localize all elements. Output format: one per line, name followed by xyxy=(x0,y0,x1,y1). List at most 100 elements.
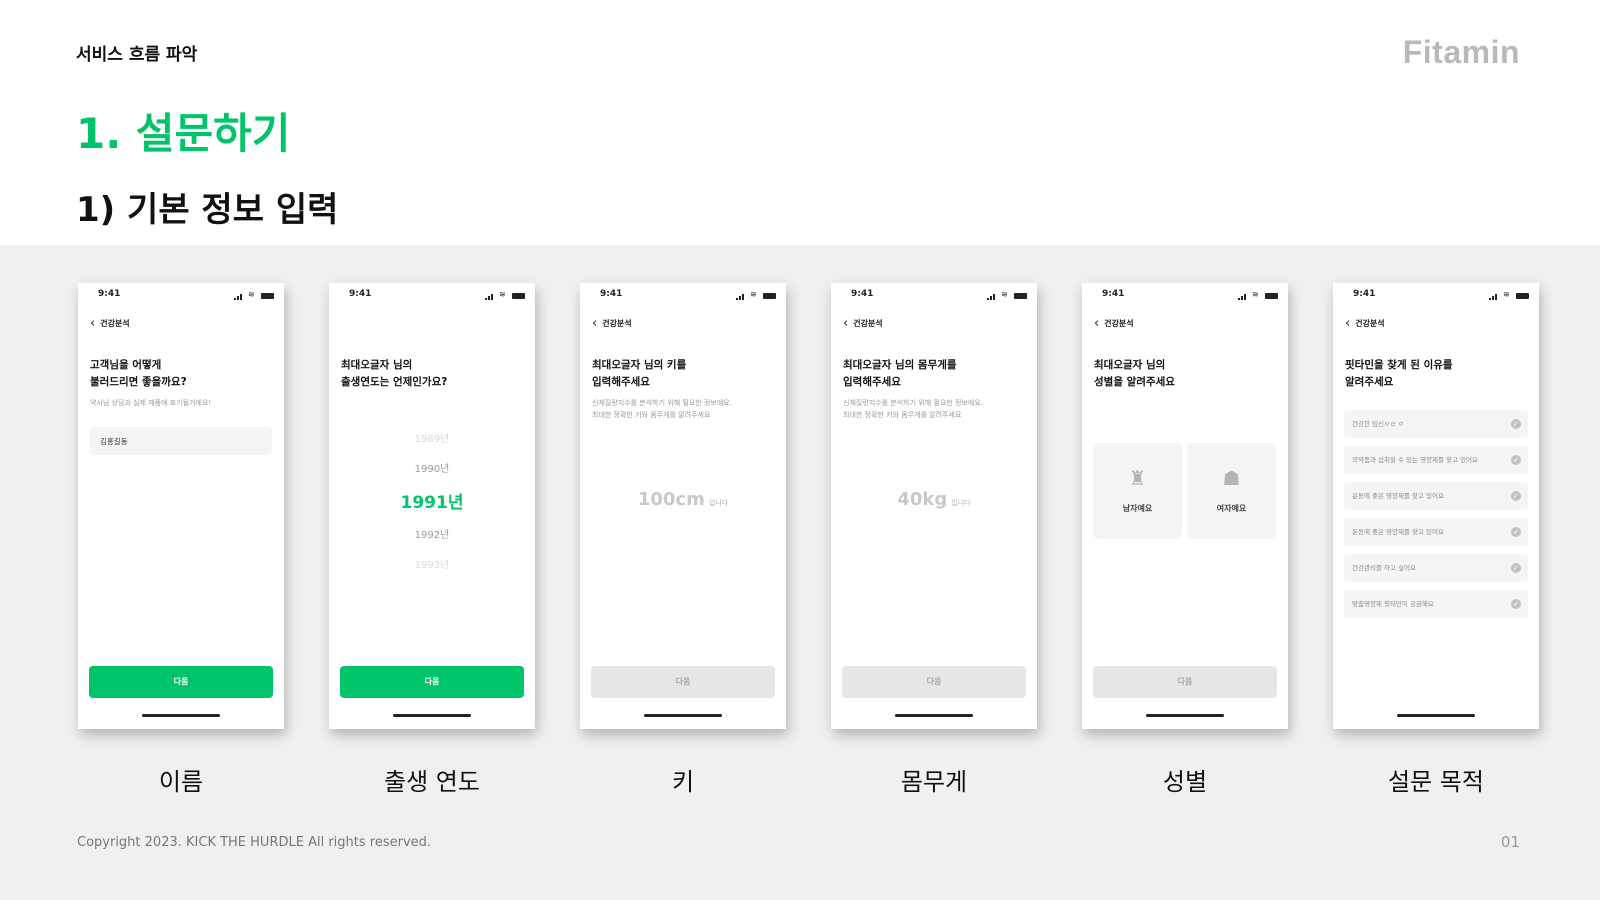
year-picker[interactable]: 1989년 1990년 1991년 1992년 1993년 xyxy=(329,425,535,581)
status-icons: ≋ xyxy=(736,290,776,300)
question-line: 핏타민을 찾게 된 이유를 xyxy=(1345,359,1453,371)
question-text: 핏타민을 찾게 된 이유를 알려주세요 xyxy=(1345,357,1530,391)
unit-suffix: 입니다 xyxy=(708,499,729,507)
question-line: 입력해주세요 xyxy=(592,376,650,388)
purpose-option[interactable]: 건강관리를 하고 싶어요 ✓ xyxy=(1344,554,1528,582)
height-field[interactable]: 100cm 입니다 xyxy=(580,489,786,510)
signal-icon xyxy=(234,293,244,300)
question-line: 고객님을 어떻게 xyxy=(90,359,162,371)
back-icon[interactable]: ‹ xyxy=(1094,316,1099,331)
year-option[interactable]: 1992년 xyxy=(329,521,535,551)
signal-icon xyxy=(1489,293,1499,300)
gender-options: ♜ 남자예요 ☗ 여자예요 xyxy=(1093,443,1277,539)
question-line: 입력해주세요 xyxy=(843,376,901,388)
check-icon: ✓ xyxy=(1511,419,1521,429)
phone-screen-birth-year: 9:41 ≋ 최대오글자 님의 출생연도는 언제인가요? 1989년 1990년… xyxy=(329,283,535,729)
status-bar: 9:41 ≋ xyxy=(78,289,284,303)
purpose-option[interactable]: 운동에 좋은 영양제를 찾고 있어요 ✓ xyxy=(1344,518,1528,546)
question-line: 최대오글자 님의 몸무게를 xyxy=(843,359,957,371)
next-button[interactable]: 다음 xyxy=(591,666,775,698)
status-bar: 9:41 ≋ xyxy=(1082,289,1288,303)
caption-height: 키 xyxy=(671,768,695,796)
back-icon[interactable]: ‹ xyxy=(592,316,597,331)
hint-text: 약사님 상담과 실제 제품에 표기될거에요! xyxy=(90,399,212,407)
wifi-icon: ≋ xyxy=(1001,290,1008,299)
home-indicator xyxy=(644,714,722,717)
wifi-icon: ≋ xyxy=(1503,290,1510,299)
breadcrumb: 서비스 흐름 파악 xyxy=(76,45,198,65)
purpose-option[interactable]: 의약품과 섭취할 수 있는 영양제를 찾고 있어요 ✓ xyxy=(1344,446,1528,474)
name-input[interactable]: 김홍길동 xyxy=(90,427,272,455)
year-option[interactable]: 1990년 xyxy=(329,455,535,485)
female-hat-icon: ☗ xyxy=(1222,466,1241,490)
battery-icon xyxy=(261,293,274,299)
question-text: 고객님을 어떻게 불러드리면 좋을까요? xyxy=(90,357,275,391)
caption-weight: 몸무게 xyxy=(900,768,968,796)
home-indicator xyxy=(895,714,973,717)
nav-bar: ‹ 건강분석 xyxy=(843,313,883,330)
phone-screen-gender: 9:41 ≋ ‹ 건강분석 최대오글자 님의 성별을 알려주세요 ♜ 남자예요 ☗… xyxy=(1082,283,1288,729)
next-button[interactable]: 다음 xyxy=(842,666,1026,698)
male-hat-icon: ♜ xyxy=(1128,466,1147,490)
page-title: 1. 설문하기 xyxy=(76,109,291,158)
check-icon: ✓ xyxy=(1511,455,1521,465)
weight-value[interactable]: 40kg xyxy=(897,489,947,510)
caption-purpose: 설문 목적 xyxy=(1388,768,1484,796)
question-line: 알려주세요 xyxy=(1345,376,1394,388)
purpose-option-label: 맞춤영양제 핏타민이 궁금해요 xyxy=(1352,600,1434,608)
wifi-icon: ≋ xyxy=(248,290,255,299)
gender-option-male[interactable]: ♜ 남자예요 xyxy=(1093,443,1182,539)
next-button[interactable]: 다음 xyxy=(340,666,524,698)
wifi-icon: ≋ xyxy=(499,290,506,299)
check-icon: ✓ xyxy=(1511,491,1521,501)
nav-title: 건강분석 xyxy=(602,319,632,328)
caption-gender: 성별 xyxy=(1162,768,1208,796)
wifi-icon: ≋ xyxy=(750,290,757,299)
question-line: 성별을 알려주세요 xyxy=(1094,376,1175,388)
check-icon: ✓ xyxy=(1511,527,1521,537)
home-indicator xyxy=(142,714,220,717)
purpose-option-label: 운동에 좋은 영양제를 찾고 있어요 xyxy=(1352,528,1444,536)
back-icon[interactable]: ‹ xyxy=(1345,316,1350,331)
nav-title: 건강분석 xyxy=(100,319,130,328)
year-option[interactable]: 1993년 xyxy=(329,551,535,581)
purpose-option[interactable]: 맞춤영양제 핏타민이 궁금해요 ✓ xyxy=(1344,590,1528,618)
status-time: 9:41 xyxy=(851,289,874,299)
signal-icon xyxy=(736,293,746,300)
question-line: 출생연도는 언제인가요? xyxy=(341,376,448,388)
purpose-option[interactable]: 건강한 임신ㅇㄹ ㅇ ✓ xyxy=(1344,410,1528,438)
hint-line: 신체질량지수를 분석하기 위해 필요한 정보에요. xyxy=(592,399,732,407)
phone-screen-purpose: 9:41 ≋ ‹ 건강분석 핏타민을 찾게 된 이유를 알려주세요 건강한 임신ㅇ… xyxy=(1333,283,1539,729)
copyright-text: Copyright 2023. KICK THE HURDLE All righ… xyxy=(77,835,432,850)
year-option-selected[interactable]: 1991년 xyxy=(329,485,535,521)
caption-birth-year: 출생 연도 xyxy=(384,768,480,796)
question-text: 최대오글자 님의 성별을 알려주세요 xyxy=(1094,357,1279,391)
purpose-options: 건강한 임신ㅇㄹ ㅇ ✓ 의약품과 섭취할 수 있는 영양제를 찾고 있어요 ✓ 운… xyxy=(1344,410,1528,626)
phone-screen-name: 9:41 ≋ ‹ 건강분석 고객님을 어떻게 불러드리면 좋을까요? 약사님 상담… xyxy=(78,283,284,729)
year-option[interactable]: 1989년 xyxy=(329,425,535,455)
status-icons: ≋ xyxy=(1238,290,1278,300)
gender-option-female[interactable]: ☗ 여자예요 xyxy=(1187,443,1276,539)
status-time: 9:41 xyxy=(349,289,372,299)
signal-icon xyxy=(1238,293,1248,300)
next-button[interactable]: 다음 xyxy=(89,666,273,698)
phone-screen-weight: 9:41 ≋ ‹ 건강분석 최대오글자 님의 몸무게를 입력해주세요 신체질량지수… xyxy=(831,283,1037,729)
back-icon[interactable]: ‹ xyxy=(843,316,848,331)
status-icons: ≋ xyxy=(987,290,1027,300)
status-time: 9:41 xyxy=(600,289,623,299)
back-icon[interactable]: ‹ xyxy=(90,316,95,331)
status-bar: 9:41 ≋ xyxy=(1333,289,1539,303)
height-value[interactable]: 100cm xyxy=(638,489,705,510)
weight-field[interactable]: 40kg 입니다 xyxy=(831,489,1037,510)
purpose-option-label: 운동에 좋은 영양제를 찾고 있어요 xyxy=(1352,492,1444,500)
status-time: 9:41 xyxy=(98,289,121,299)
home-indicator xyxy=(393,714,471,717)
hint-line: 최대한 정확한 키와 몸무게를 알려주세요 xyxy=(592,411,711,419)
home-indicator xyxy=(1146,714,1224,717)
nav-title: 건강분석 xyxy=(1104,319,1134,328)
question-line: 불러드리면 좋을까요? xyxy=(90,376,187,388)
hint-text: 신체질량지수를 분석하기 위해 필요한 정보에요. 최대한 정확한 키와 몸무게… xyxy=(592,397,777,421)
next-button[interactable]: 다음 xyxy=(1093,666,1277,698)
purpose-option[interactable]: 운동에 좋은 영양제를 찾고 있어요 ✓ xyxy=(1344,482,1528,510)
question-text: 최대오글자 님의 키를 입력해주세요 xyxy=(592,357,777,391)
